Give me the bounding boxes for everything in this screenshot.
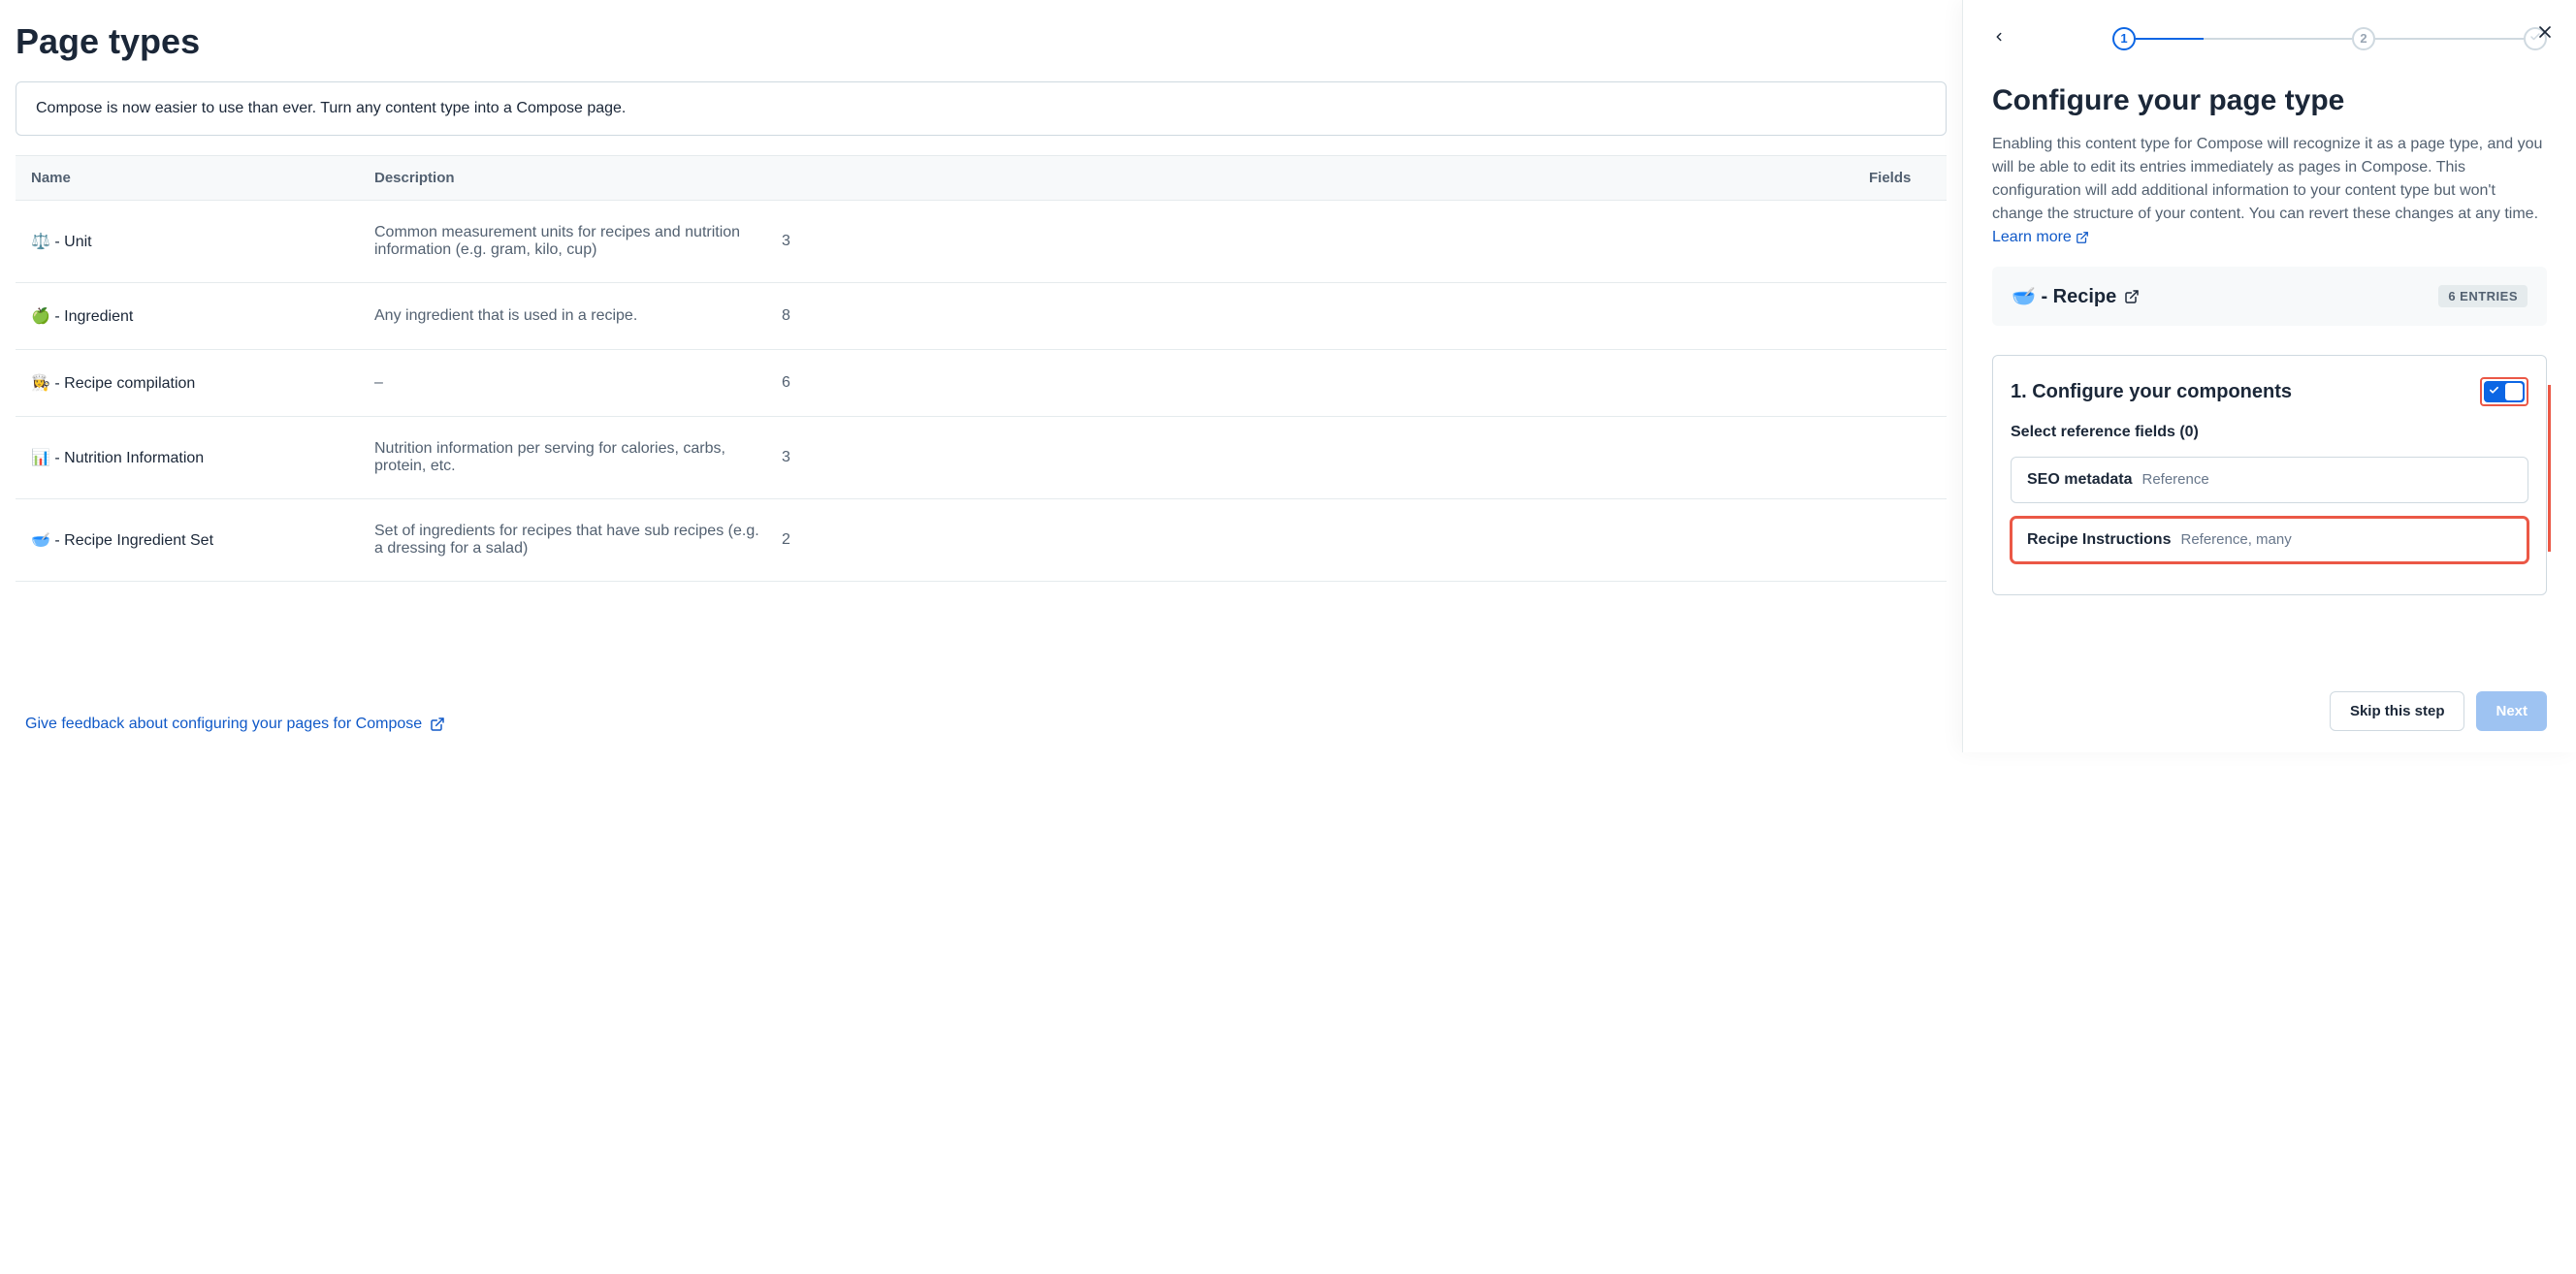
row-name: 🥣 - Recipe Ingredient Set xyxy=(16,530,374,550)
row-name: 📊 - Nutrition Information xyxy=(16,448,374,467)
step-2: 2 xyxy=(2352,27,2375,50)
main-panel: Page types Compose is now easier to use … xyxy=(0,0,1962,752)
close-icon xyxy=(2535,21,2555,48)
info-banner: Compose is now easier to use than ever. … xyxy=(16,81,1947,136)
config-title: 1. Configure your components xyxy=(2011,381,2292,403)
external-link-icon xyxy=(430,717,445,732)
table-header: Name Description Fields xyxy=(16,156,1947,201)
check-icon xyxy=(2489,385,2499,398)
row-fields: 3 xyxy=(782,449,859,466)
feedback-text: Give feedback about configuring your pag… xyxy=(25,716,422,733)
reference-field-option[interactable]: SEO metadata Reference xyxy=(2011,457,2528,503)
ref-field-name: Recipe Instructions xyxy=(2027,531,2171,549)
col-header-description: Description xyxy=(374,170,1869,186)
back-button[interactable] xyxy=(1992,23,2015,53)
close-button[interactable] xyxy=(2531,17,2559,52)
stepper: 1 2 xyxy=(2112,27,2547,50)
col-header-name: Name xyxy=(16,170,374,186)
external-link-icon xyxy=(2124,289,2140,304)
learn-more-link[interactable]: Learn more xyxy=(1992,226,2089,249)
table-row[interactable]: 🍏 - Ingredient Any ingredient that is us… xyxy=(16,283,1947,350)
next-button[interactable]: Next xyxy=(2476,691,2547,731)
panel-title: Configure your page type xyxy=(1992,84,2547,117)
row-name: ⚖️ - Unit xyxy=(16,232,374,251)
table-row[interactable]: 📊 - Nutrition Information Nutrition info… xyxy=(16,417,1947,499)
row-fields: 8 xyxy=(782,307,859,325)
content-type-name[interactable]: 🥣 - Recipe xyxy=(2012,284,2140,308)
table-row[interactable]: 👩‍🍳 - Recipe compilation – 6 xyxy=(16,350,1947,417)
highlight-annotation xyxy=(2548,385,2551,552)
panel-content: Configure your page type Enabling this c… xyxy=(1963,65,2576,670)
page-types-table: Name Description Fields ⚖️ - Unit Common… xyxy=(16,155,1947,582)
row-description: – xyxy=(374,374,782,392)
reference-field-option[interactable]: Recipe Instructions Reference, many xyxy=(2011,517,2528,563)
row-name: 👩‍🍳 - Recipe compilation xyxy=(16,373,374,393)
row-fields: 6 xyxy=(782,374,859,392)
chevron-left-icon xyxy=(1992,27,2006,48)
table-row[interactable]: 🥣 - Recipe Ingredient Set Set of ingredi… xyxy=(16,499,1947,582)
components-toggle[interactable] xyxy=(2484,381,2525,402)
row-description: Set of ingredients for recipes that have… xyxy=(374,523,782,557)
panel-description: Enabling this content type for Compose w… xyxy=(1992,133,2547,249)
step-line xyxy=(2136,38,2204,40)
configure-components-card: 1. Configure your components Select refe… xyxy=(1992,355,2547,595)
row-description: Nutrition information per serving for ca… xyxy=(374,440,782,475)
entries-badge: 6 ENTRIES xyxy=(2438,285,2528,307)
external-link-icon xyxy=(2076,231,2089,244)
ref-field-type: Reference xyxy=(2141,471,2208,488)
step-line xyxy=(2375,38,2524,40)
side-panel: 1 2 Configure your page type Enabling th… xyxy=(1962,0,2576,752)
row-fields: 3 xyxy=(782,233,859,250)
toggle-knob xyxy=(2505,383,2523,400)
skip-button[interactable]: Skip this step xyxy=(2330,691,2465,731)
row-fields: 2 xyxy=(782,531,859,549)
row-description: Any ingredient that is used in a recipe. xyxy=(374,307,782,325)
step-line xyxy=(2204,38,2352,40)
toggle-highlight xyxy=(2480,377,2528,406)
select-fields-label: Select reference fields (0) xyxy=(2011,424,2528,441)
step-1: 1 xyxy=(2112,27,2136,50)
stepper-row: 1 2 xyxy=(1963,0,2576,65)
row-name: 🍏 - Ingredient xyxy=(16,306,374,326)
page-title: Page types xyxy=(16,21,1947,62)
table-row[interactable]: ⚖️ - Unit Common measurement units for r… xyxy=(16,201,1947,283)
feedback-link[interactable]: Give feedback about configuring your pag… xyxy=(25,716,445,733)
ref-field-type: Reference, many xyxy=(2180,531,2291,548)
col-header-fields: Fields xyxy=(1869,170,1947,186)
ref-field-name: SEO metadata xyxy=(2027,471,2132,489)
content-type-card: 🥣 - Recipe 6 ENTRIES xyxy=(1992,267,2547,326)
panel-footer: Skip this step Next xyxy=(1963,670,2576,752)
row-description: Common measurement units for recipes and… xyxy=(374,224,782,259)
